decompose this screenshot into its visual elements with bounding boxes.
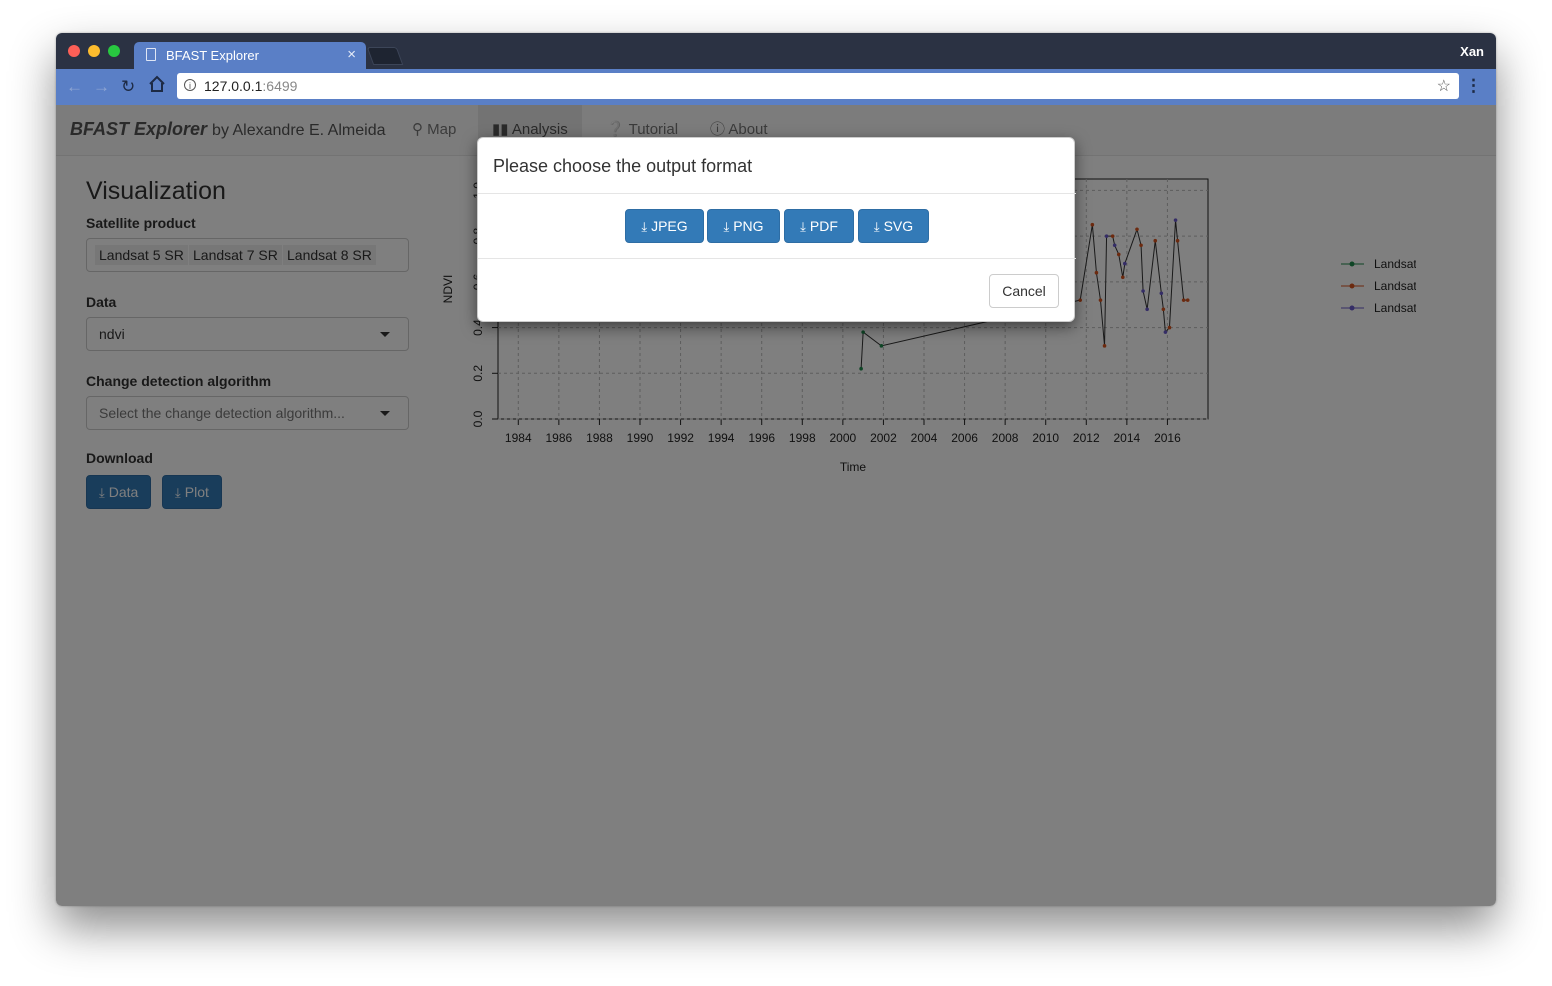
modal-divider [478,193,1076,194]
tab-bar: BFAST Explorer × Xan [56,33,1496,69]
browser-window: BFAST Explorer × Xan ← → ↻ i 127.0.0.1:6… [56,33,1496,906]
output-format-modal: Please choose the output format ⤓ JPEG ⤓ P… [477,137,1076,322]
tab-close-icon[interactable]: × [347,46,356,63]
page-icon [146,48,156,61]
download-icon: ⤓ [873,219,880,234]
menu-icon[interactable]: ⋮ [1465,76,1482,96]
back-icon[interactable]: ← [66,77,83,97]
png-button[interactable]: ⤓ PNG [707,209,780,243]
info-icon[interactable]: i [184,79,196,91]
page-content: BFAST Explorer by Alexandre E. Almeida ⚲… [56,105,1496,906]
new-tab-button[interactable] [366,47,404,65]
forward-icon[interactable]: → [93,77,110,97]
address-bar[interactable]: i 127.0.0.1:6499 ☆ [177,73,1459,99]
download-icon: ⤓ [723,219,730,234]
profile-name[interactable]: Xan [1460,44,1484,59]
jpeg-button[interactable]: ⤓ JPEG [625,209,704,243]
browser-tab[interactable]: BFAST Explorer × [134,42,366,69]
cancel-button[interactable]: Cancel [989,274,1059,308]
maximize-window-button[interactable] [108,45,120,57]
download-icon: ⤓ [800,219,806,234]
svg-button[interactable]: ⤓ SVG [858,209,929,243]
reload-icon[interactable]: ↻ [121,77,135,97]
browser-toolbar: ← → ↻ i 127.0.0.1:6499 ☆ ⋮ [56,69,1496,105]
home-icon[interactable] [148,75,166,98]
close-window-button[interactable] [68,45,80,57]
modal-divider [478,258,1076,259]
modal-title: Please choose the output format [493,156,753,176]
download-icon: ⤓ [641,219,648,234]
star-icon[interactable]: ☆ [1437,76,1451,96]
pdf-button[interactable]: ⤓ PDF [784,209,854,243]
minimize-window-button[interactable] [88,45,100,57]
tab-title: BFAST Explorer [166,48,259,63]
url-text: 127.0.0.1:6499 [204,78,298,94]
